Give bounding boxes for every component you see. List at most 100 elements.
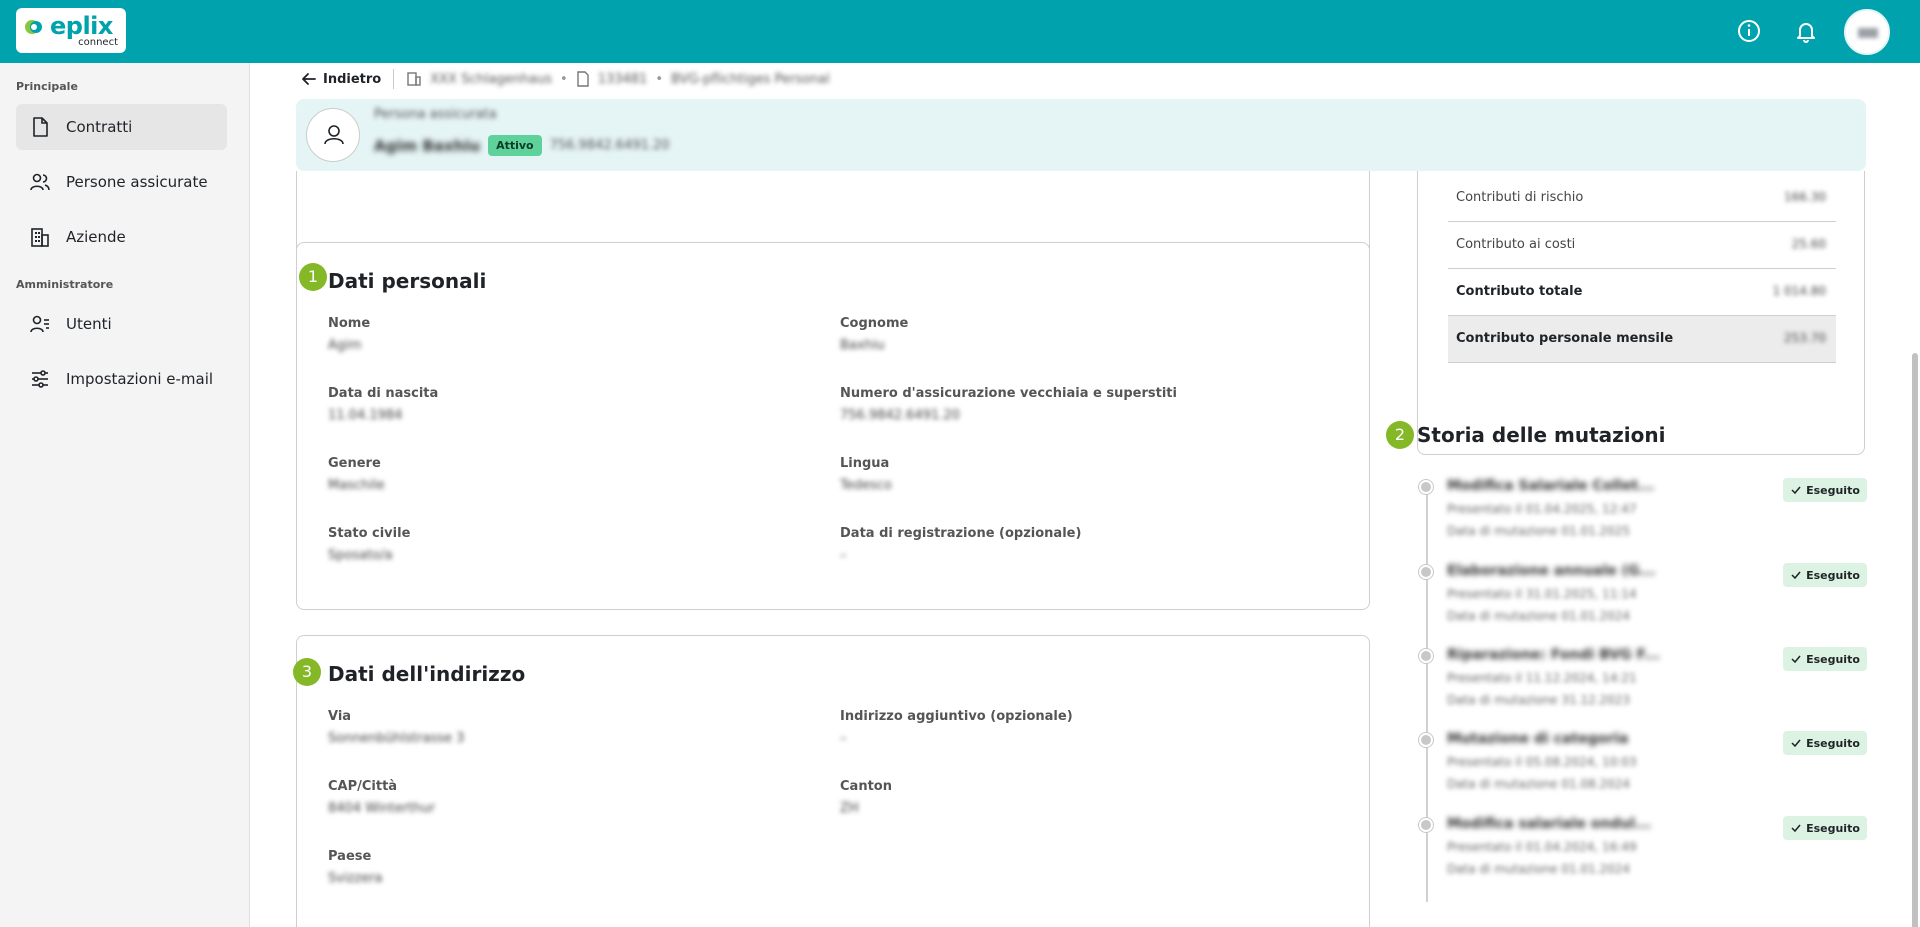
people-icon — [30, 173, 50, 191]
mutation-submitted: Presentato il 01.04.2024, 16:49 — [1447, 840, 1637, 854]
breadcrumb-plan: BVG-pflichtiges Personal — [671, 71, 830, 87]
breadcrumb-contract[interactable]: 133481 — [598, 72, 648, 87]
mutation-title: Modifica salariale ondul... — [1447, 816, 1652, 832]
users-icon — [30, 315, 49, 333]
field-label: Canton — [840, 779, 892, 794]
section-title: Storia delle mutazioni — [1417, 423, 1666, 447]
mutation-item[interactable]: Elaborazione annuale (G... Presentato il… — [1417, 563, 1867, 643]
status-text: Eseguito — [1806, 821, 1860, 835]
scrollbar[interactable] — [1912, 353, 1918, 927]
section-title: Dati personali — [328, 269, 487, 293]
mutation-date: Data di mutazione 01.01.2025 — [1447, 524, 1631, 538]
status-badge: Attivo — [488, 135, 542, 156]
status-badge: Eseguito — [1783, 731, 1867, 755]
sidebar-item-label: Persone assicurate — [66, 173, 208, 191]
mutation-item[interactable]: Modifica salariale ondul... Presentato i… — [1417, 816, 1867, 896]
user-avatar[interactable] — [1844, 9, 1890, 55]
mutation-date: Data di mutazione 01.01.2024 — [1447, 609, 1631, 623]
field-value: Maschile — [328, 478, 385, 493]
contribution-label: Contributi di rischio — [1456, 190, 1584, 205]
step-marker: 3 — [293, 658, 321, 686]
top-bar: eplix connect — [0, 0, 1920, 63]
step-marker: 1 — [299, 263, 327, 291]
contribution-label: Contributo ai costi — [1456, 237, 1576, 252]
contribution-row: Contributo ai costi 25.60 — [1448, 222, 1836, 269]
sidebar-item-impostazioni-email[interactable]: Impostazioni e-mail — [16, 356, 227, 402]
contribution-value: 25.60 — [1791, 237, 1826, 251]
info-icon[interactable] — [1735, 17, 1763, 45]
status-badge: Eseguito — [1783, 563, 1867, 587]
person-icon — [324, 125, 344, 145]
field-value: – — [840, 548, 847, 563]
settings-sliders-icon — [32, 370, 48, 388]
field-value: 11.04.1984 — [328, 408, 403, 423]
contribution-label: Contributo personale mensile — [1456, 331, 1674, 346]
sidebar-section-main: Principale — [16, 80, 78, 93]
field-value: ZH — [840, 801, 859, 816]
back-label: Indietro — [323, 71, 382, 87]
field-value: Sonnenbühlstrasse 3 — [328, 731, 465, 746]
timeline-dot — [1419, 818, 1433, 832]
eplix-logo[interactable]: eplix connect — [16, 8, 126, 53]
field-value: Baxhiu — [840, 338, 885, 353]
field-label: Genere — [328, 456, 381, 471]
field-label: Data di registrazione (opzionale) — [840, 526, 1082, 541]
contribution-value: 253.70 — [1784, 331, 1826, 345]
notification-bell-icon[interactable] — [1792, 17, 1820, 45]
mutation-submitted: Presentato il 11.12.2024, 14:21 — [1447, 671, 1637, 685]
status-text: Eseguito — [1806, 652, 1860, 666]
sidebar-item-label: Aziende — [66, 228, 126, 246]
mutation-item[interactable]: Modifica Salariale Collet... Presentato … — [1417, 478, 1867, 558]
mutation-title: Riparazione: Fondi BVG F... — [1447, 647, 1660, 663]
mutation-item[interactable]: Mutazione di categoria Presentato il 05.… — [1417, 731, 1867, 811]
contribution-label: Contributo totale — [1456, 284, 1583, 299]
document-icon — [576, 71, 589, 87]
person-name: Agim Baxhiu — [374, 136, 481, 155]
timeline-dot — [1419, 480, 1433, 494]
check-icon — [1791, 655, 1801, 664]
building-icon — [407, 72, 421, 86]
mutation-date: Data di mutazione 31.12.2023 — [1447, 693, 1631, 707]
back-link[interactable]: Indietro — [301, 71, 381, 87]
contributions-summary: Contributi di rischio 166.30 Contributo … — [1417, 171, 1865, 455]
sidebar-item-contratti[interactable]: Contratti — [16, 104, 227, 150]
sidebar-item-aziende[interactable]: Aziende — [16, 214, 227, 260]
sidebar-section-admin: Amministratore — [16, 278, 114, 291]
sidebar-item-persone-assicurate[interactable]: Persone assicurate — [16, 159, 227, 205]
mutation-submitted: Presentato il 05.08.2024, 10:03 — [1447, 755, 1637, 769]
check-icon — [1791, 824, 1801, 833]
breadcrumb: Indietro XXX Schlagenhaus • 133481 • BVG… — [301, 69, 830, 89]
personal-data-card: 1 Dati personali Nome Agim Cognome Baxhi… — [296, 242, 1370, 610]
field-label: Via — [328, 709, 352, 724]
sidebar-item-label: Utenti — [66, 315, 112, 333]
mutation-date: Data di mutazione 01.08.2024 — [1447, 777, 1631, 791]
logo-mark-icon — [25, 20, 42, 34]
logo-subtext: connect — [78, 37, 118, 48]
field-value: Svizzera — [328, 871, 383, 886]
mutation-item[interactable]: Riparazione: Fondi BVG F... Presentato i… — [1417, 647, 1867, 727]
sidebar-item-utenti[interactable]: Utenti — [16, 301, 227, 347]
field-label: Paese — [328, 849, 372, 864]
arrow-left-icon — [302, 73, 316, 85]
breadcrumb-company[interactable]: XXX Schlagenhaus — [430, 72, 552, 87]
check-icon — [1791, 486, 1801, 495]
mutation-title: Elaborazione annuale (G... — [1447, 563, 1656, 579]
contribution-value: 166.30 — [1784, 190, 1826, 204]
check-icon — [1791, 571, 1801, 580]
field-label: Numero d'assicurazione vecchiaia e super… — [840, 386, 1177, 401]
main-content: Contributi di rischio 166.30 Contributo … — [251, 63, 1920, 927]
sidebar-item-label: Impostazioni e-mail — [66, 370, 214, 388]
timeline-dot — [1419, 733, 1433, 747]
field-label: Stato civile — [328, 526, 411, 541]
person-avatar — [306, 108, 360, 162]
building-icon — [31, 228, 49, 247]
field-label: Data di nascita — [328, 386, 439, 401]
status-badge: Eseguito — [1783, 478, 1867, 502]
contribution-row-monthly: Contributo personale mensile 253.70 — [1448, 316, 1836, 363]
step-marker: 2 — [1386, 421, 1414, 449]
status-text: Eseguito — [1806, 568, 1860, 582]
timeline-dot — [1419, 649, 1433, 663]
timeline-dot — [1419, 565, 1433, 579]
breadcrumb-separator: • — [655, 71, 663, 87]
field-value: Agim — [328, 338, 362, 353]
